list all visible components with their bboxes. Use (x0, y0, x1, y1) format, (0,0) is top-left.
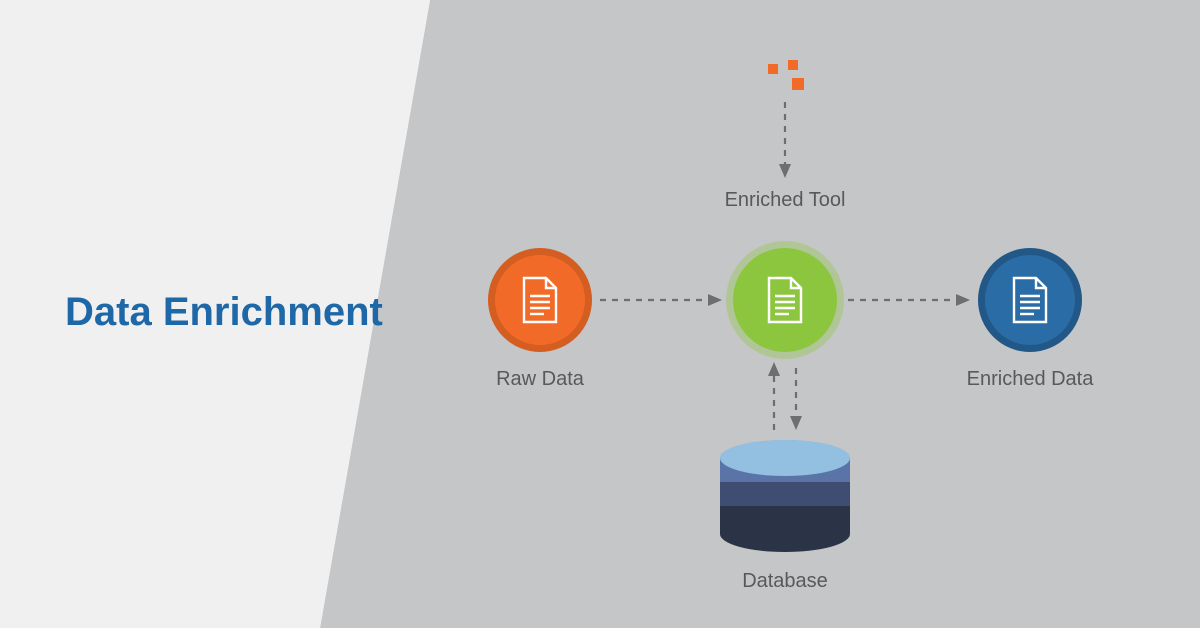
raw-data-label: Raw Data (460, 368, 620, 391)
document-icon (1010, 276, 1050, 324)
particles-icon (758, 60, 818, 102)
page-title: Data Enrichment (65, 290, 383, 335)
enriched-tool-label: Enriched Tool (705, 189, 865, 212)
enriched-data-node (978, 248, 1082, 352)
database-icon (718, 440, 852, 558)
database-label: Database (705, 570, 865, 593)
document-icon (765, 276, 805, 324)
document-icon (520, 276, 560, 324)
enriched-data-label: Enriched Data (950, 368, 1110, 391)
arrow-tool-to-enriched (848, 292, 978, 312)
arrow-particles-to-tool (776, 102, 796, 182)
arrow-tool-db-bidirectional (762, 360, 810, 440)
enriched-tool-node (733, 248, 837, 352)
arrow-raw-to-tool (600, 292, 730, 312)
raw-data-node (488, 248, 592, 352)
